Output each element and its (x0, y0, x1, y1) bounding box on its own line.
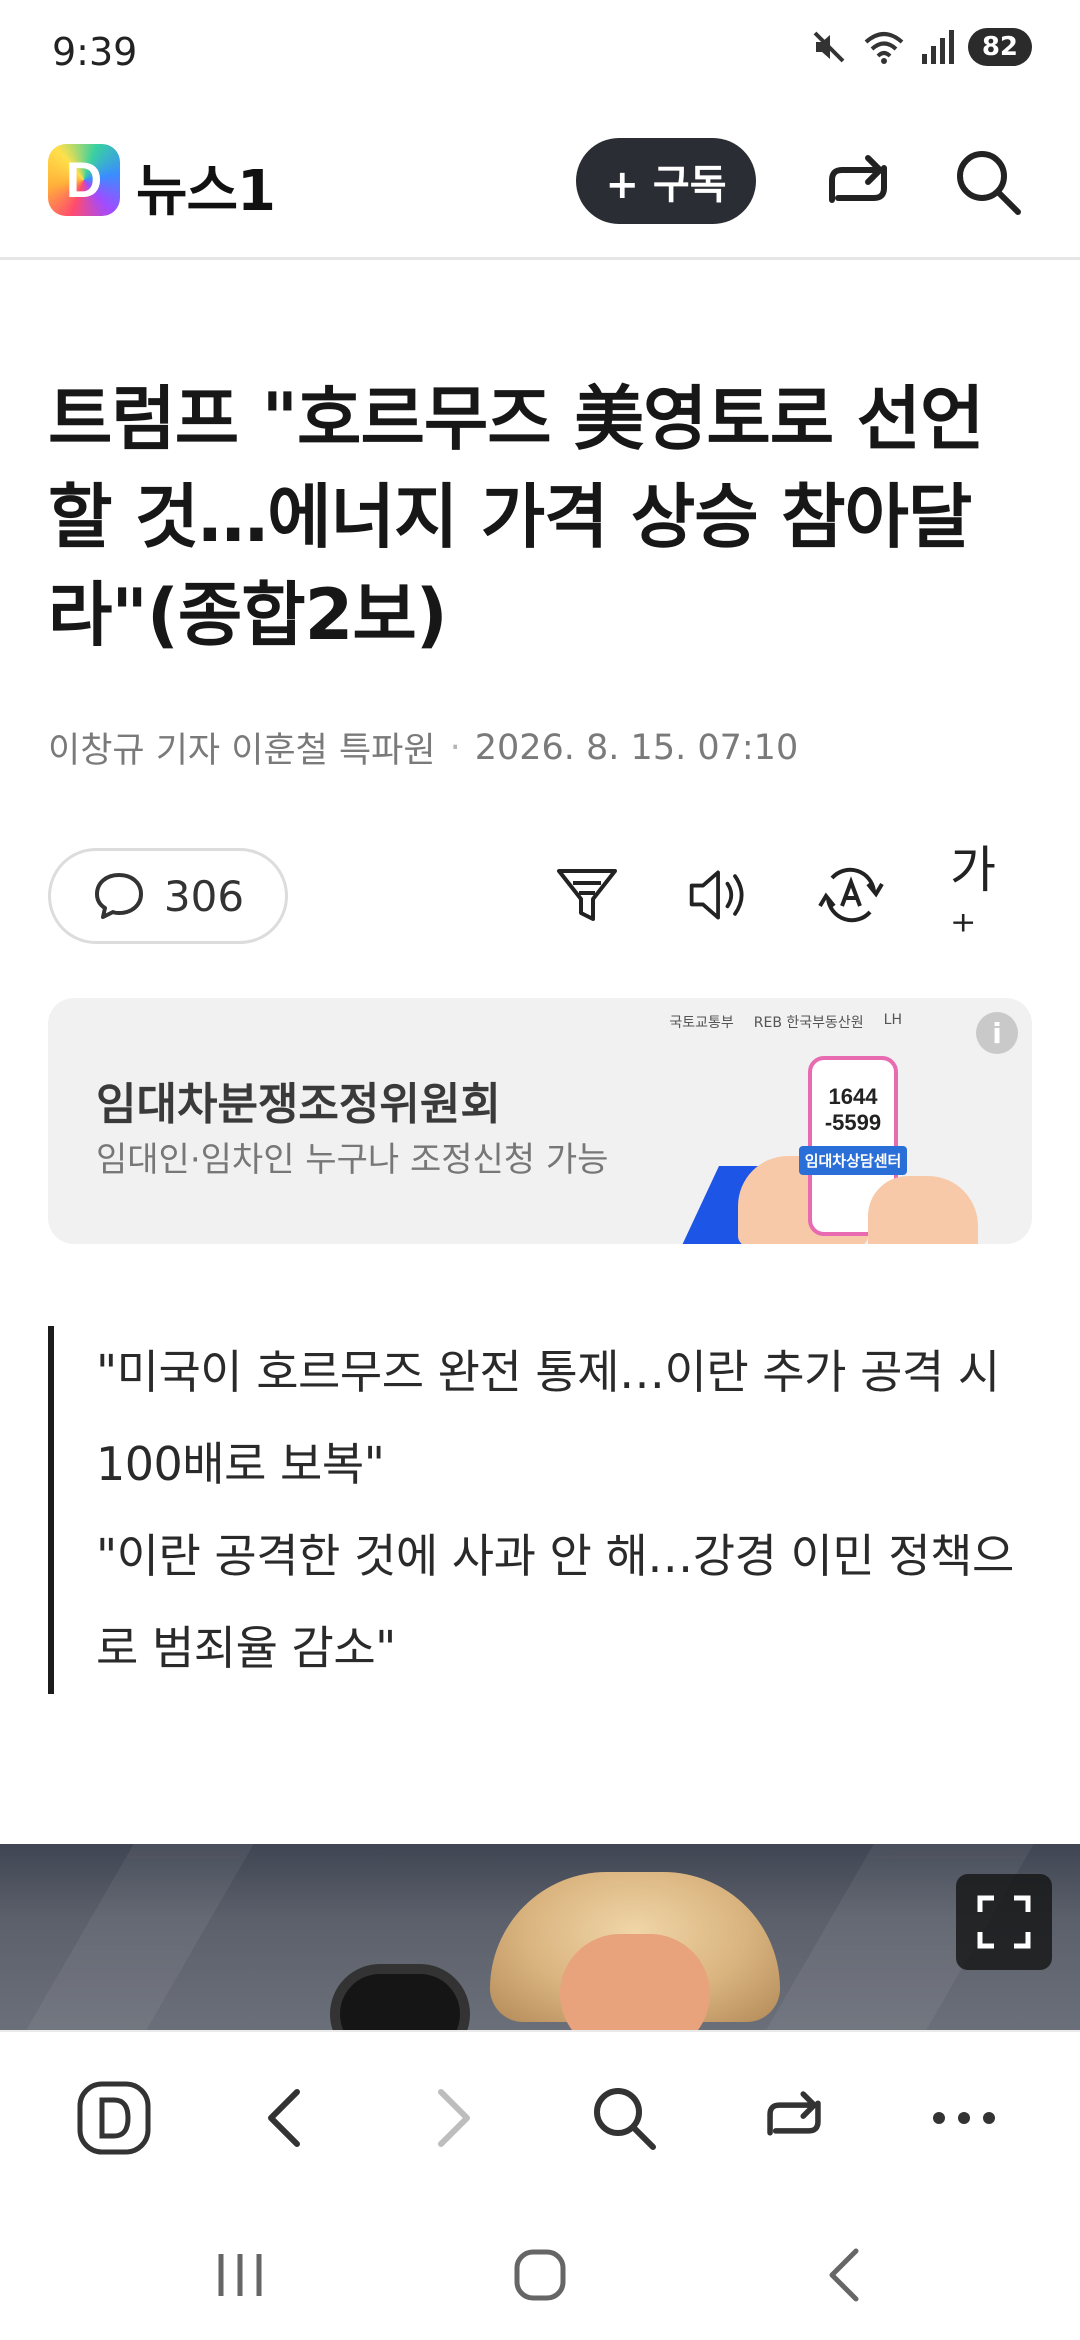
news1-logo[interactable]: D (48, 144, 120, 216)
status-bar: 9:39 82 (0, 0, 1080, 110)
ad-illustration: 1644 -5599 임대차상담센터 (677, 1056, 1028, 1244)
share-icon[interactable] (820, 146, 896, 226)
home-icon[interactable] (72, 2076, 156, 2160)
back-icon[interactable] (804, 2240, 884, 2310)
back-icon[interactable] (242, 2076, 326, 2160)
comment-button[interactable]: 306 (48, 848, 288, 944)
forward-icon[interactable] (412, 2076, 496, 2160)
photo-background (26, 1844, 254, 2030)
article-photo[interactable] (0, 1844, 1080, 2030)
battery-icon: 82 (967, 28, 1032, 66)
article-headline: 트럼프 "호르무즈 美영토로 선언할 것…에너지 가격 상승 참아달라"(종합2… (48, 378, 984, 656)
pointing-hand-shape (868, 1176, 978, 1244)
subscribe-button[interactable]: + 구독 (576, 138, 756, 224)
signal-icon (921, 30, 954, 64)
byline-separator: · (449, 727, 461, 768)
photo-person-face (560, 1934, 710, 2030)
author-names[interactable]: 이창규 기자 이훈철 특파원 (48, 722, 436, 773)
photo-helmet (330, 1964, 470, 2030)
speaker-icon[interactable] (686, 862, 752, 928)
font-size-icon[interactable]: 가⁺ (950, 841, 1016, 960)
status-icons: 82 (810, 28, 1032, 66)
share-icon[interactable] (752, 2076, 836, 2160)
ad-info-icon[interactable]: i (976, 1012, 1018, 1054)
system-nav-bar (0, 2200, 1080, 2340)
ad-sponsor-logos: 국토교통부 REB 한국부동산원 LH (669, 1012, 902, 1032)
sponsor-logo: LH (883, 1012, 902, 1028)
ad-subtitle: 임대인·임차인 누구나 조정신청 가능 (96, 1140, 609, 1180)
sponsor-logo: 국토교통부 (669, 1015, 734, 1031)
summary-line: "미국이 호르무즈 완전 통제…이란 추가 공격 시 100배로 보복" (96, 1345, 1000, 1491)
comment-count: 306 (163, 871, 245, 921)
search-icon[interactable] (950, 144, 1026, 224)
comment-icon (94, 873, 143, 919)
filter-icon[interactable] (554, 862, 620, 928)
translate-icon[interactable] (818, 862, 884, 928)
home-icon[interactable] (500, 2240, 580, 2310)
brand-name[interactable]: 뉴스1 (136, 146, 276, 227)
summary-line: "이란 공격한 것에 사과 안 해…강경 이민 정책으로 범죄율 감소" (96, 1529, 1014, 1675)
status-time: 9:39 (52, 30, 138, 74)
mute-icon (813, 31, 845, 63)
wifi-icon (864, 32, 904, 64)
article-byline: 이창규 기자 이훈철 특파원 · 2026. 8. 15. 07:10 (48, 722, 798, 773)
more-icon[interactable] (922, 2076, 1006, 2160)
ad-title: 임대차분쟁조정위원회 (96, 1079, 501, 1130)
sponsor-logo: REB 한국부동산원 (753, 1015, 864, 1031)
expand-icon[interactable] (956, 1874, 1052, 1970)
search-icon[interactable] (582, 2076, 666, 2160)
publish-datetime: 2026. 8. 15. 07:10 (474, 727, 799, 768)
ad-banner[interactable]: 임대차분쟁조정위원회 임대인·임차인 누구나 조정신청 가능 국토교통부 REB… (48, 998, 1032, 1244)
article-summary: "미국이 호르무즈 완전 통제…이란 추가 공격 시 100배로 보복" "이란… (48, 1326, 1038, 1694)
recent-apps-icon[interactable] (200, 2240, 280, 2310)
browser-toolbar (0, 2030, 1080, 2200)
app-header: D 뉴스1 + 구독 (0, 110, 1080, 260)
